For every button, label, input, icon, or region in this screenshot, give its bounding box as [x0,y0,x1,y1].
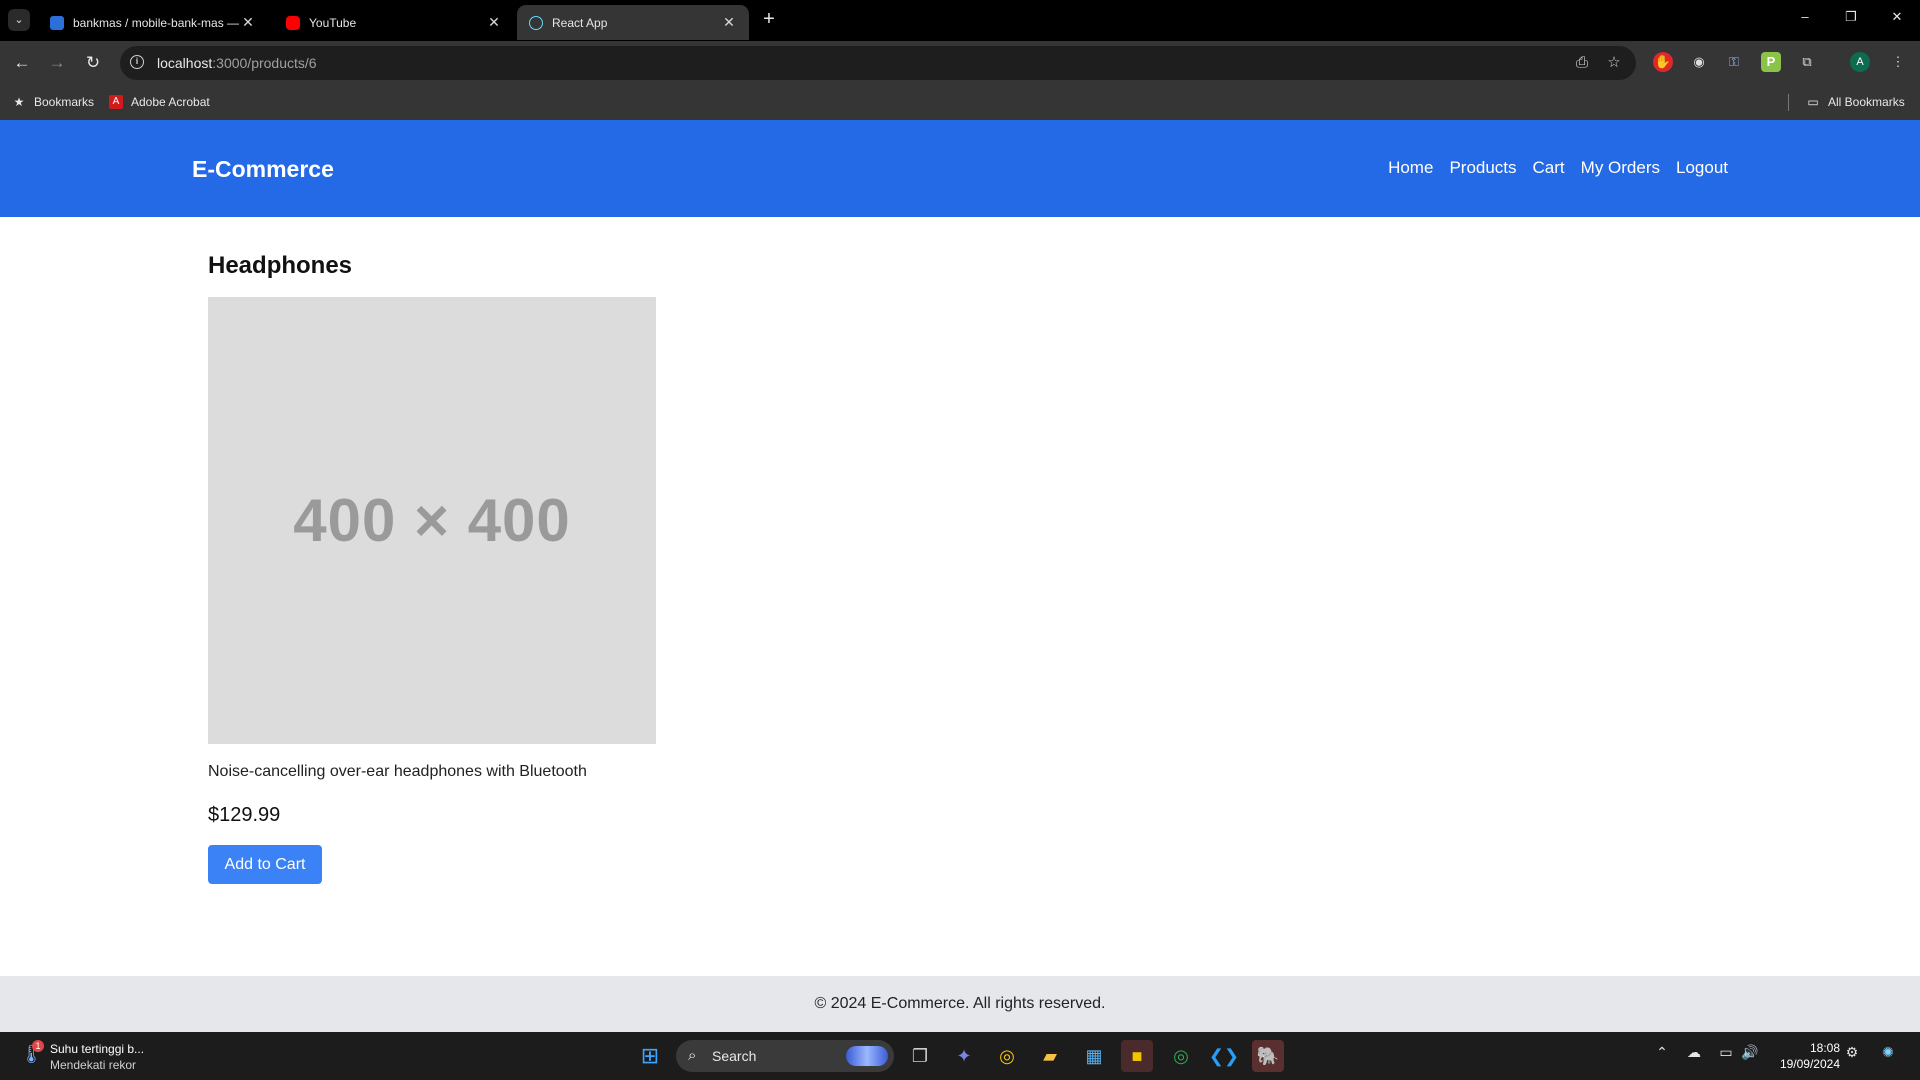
bookmarks-folder[interactable]: ★ Bookmarks [12,93,94,111]
folder-icon: ▭ [1807,95,1819,109]
reload-icon[interactable]: ↻ [81,51,105,75]
chrome-profile-icon[interactable]: ◎ [1165,1040,1197,1072]
windows-start-icon[interactable]: ⊞ [634,1040,666,1072]
close-tab-icon[interactable]: ✕ [240,14,256,31]
bookmark-label: Adobe Acrobat [131,95,210,109]
app-header: E-Commerce Home Products Cart My Orders … [0,120,1920,217]
search-highlight-image [846,1046,888,1066]
clock-time: 18:08 [1809,1041,1840,1055]
nav-cart[interactable]: Cart [1533,158,1565,178]
nav-logout[interactable]: Logout [1676,158,1728,178]
url-host: localhost [157,55,213,71]
browser-menu-icon[interactable]: ⋮ [1888,52,1908,72]
notification-center-icon[interactable]: ⚙ [1842,1044,1862,1061]
browser-tab-bar: ⌄ bankmas / mobile-bank-mas — ✕ YouTube … [0,0,1920,41]
nav-home[interactable]: Home [1388,158,1433,178]
network-icon[interactable]: ▭ [1716,1044,1736,1061]
all-bookmarks-label: All Bookmarks [1828,95,1905,109]
tab-bankmas[interactable]: bankmas / mobile-bank-mas — ✕ [38,5,268,40]
extension-puzzle-key-icon[interactable]: ⚿ [1724,52,1744,72]
product-image: 400 × 400 [208,297,656,744]
extensions-puzzle-icon[interactable]: ⧉ [1797,52,1817,72]
extension-p-icon[interactable]: P [1761,52,1781,72]
url-path: :3000/products/6 [212,55,317,71]
main-nav: Home Products Cart My Orders Logout [1372,158,1728,178]
bitbucket-icon [50,15,64,30]
system-clock[interactable]: 18:08 19/09/2024 [1768,1040,1840,1072]
new-tab-button[interactable]: + [758,8,780,31]
url-text: localhost:3000/products/6 [157,55,317,71]
bookmark-adobe-acrobat[interactable]: A Adobe Acrobat [109,93,210,111]
vscode-icon[interactable]: ❮❯ [1208,1040,1240,1072]
tab-title: bankmas / mobile-bank-mas — [73,15,240,30]
search-icon: ⌕ [688,1047,697,1064]
product-price: $129.99 [208,804,281,826]
forward-arrow-icon[interactable]: → [45,51,69,75]
bookmarks-bar: ★ Bookmarks A Adobe Acrobat ▭ All Bookma… [0,85,1920,120]
product-title: Headphones [208,252,353,279]
adobe-acrobat-icon: A [109,95,123,109]
file-explorer-icon[interactable]: ▰ [1034,1040,1066,1072]
windows-taskbar: 🌡 1 Suhu tertinggi b... Mendekati rekor … [0,1032,1920,1080]
tab-title: React App [552,15,608,30]
bookmark-star-icon[interactable]: ☆ [1604,53,1624,73]
star-icon: ★ [13,95,25,109]
weather-subtitle: Mendekati rekor [50,1058,137,1072]
extension-camera-icon[interactable]: ◉ [1689,52,1709,72]
youtube-icon [286,15,300,30]
brand-logo[interactable]: E-Commerce [192,156,334,183]
close-tab-icon[interactable]: ✕ [486,14,502,31]
url-field[interactable]: i localhost:3000/products/6 ⎙ ☆ [120,46,1636,80]
close-window-icon[interactable]: ✕ [1882,9,1912,25]
teams-icon[interactable]: ✦ [948,1040,980,1072]
weather-title: Suhu tertinggi b... [50,1042,145,1056]
tab-youtube[interactable]: YouTube ✕ [274,5,514,40]
divider [1788,94,1789,111]
all-bookmarks[interactable]: ▭ All Bookmarks [1806,93,1905,111]
image-placeholder-text: 400 × 400 [293,487,571,554]
volume-icon[interactable]: 🔊 [1740,1044,1760,1061]
page-footer: © 2024 E-Commerce. All rights reserved. [0,976,1920,1032]
nav-products[interactable]: Products [1449,158,1516,178]
copilot-icon[interactable]: ✺ [1878,1044,1898,1061]
tab-title: YouTube [309,15,357,30]
chrome-icon[interactable]: ◎ [991,1040,1023,1072]
taskbar-search[interactable]: ⌕ Search [676,1040,894,1072]
site-info-icon[interactable]: i [130,55,144,69]
tab-react-app[interactable]: React App ✕ [517,5,749,40]
close-tab-icon[interactable]: ✕ [721,14,737,31]
extension-hand-icon[interactable]: ✋ [1653,52,1673,72]
react-icon [529,15,543,30]
restore-icon[interactable]: ❐ [1836,9,1866,25]
nav-my-orders[interactable]: My Orders [1581,158,1660,178]
microsoft-store-icon[interactable]: ▦ [1078,1040,1110,1072]
bookmark-label: Bookmarks [34,95,95,109]
tray-overflow-chevron-icon[interactable]: ⌃ [1652,1044,1672,1061]
address-bar: ← → ↻ i localhost:3000/products/6 ⎙ ☆ ✋ … [0,41,1920,85]
onedrive-cloud-icon[interactable]: ☁ [1684,1044,1704,1061]
task-view-icon[interactable]: ❐ [904,1040,936,1072]
add-to-cart-button[interactable]: Add to Cart [208,845,322,884]
notification-badge: 1 [32,1040,44,1052]
tab-search-chevron-icon[interactable]: ⌄ [8,9,30,31]
search-label: Search [712,1048,757,1064]
profile-avatar[interactable]: A [1850,52,1870,72]
sticky-notes-icon[interactable]: ■ [1121,1040,1153,1072]
postgresql-icon[interactable]: 🐘 [1252,1040,1284,1072]
back-arrow-icon[interactable]: ← [10,51,34,75]
product-description: Noise-cancelling over-ear headphones wit… [208,763,587,780]
clock-date: 19/09/2024 [1779,1057,1840,1071]
minimize-icon[interactable]: – [1790,9,1820,24]
install-app-icon[interactable]: ⎙ [1572,53,1592,73]
